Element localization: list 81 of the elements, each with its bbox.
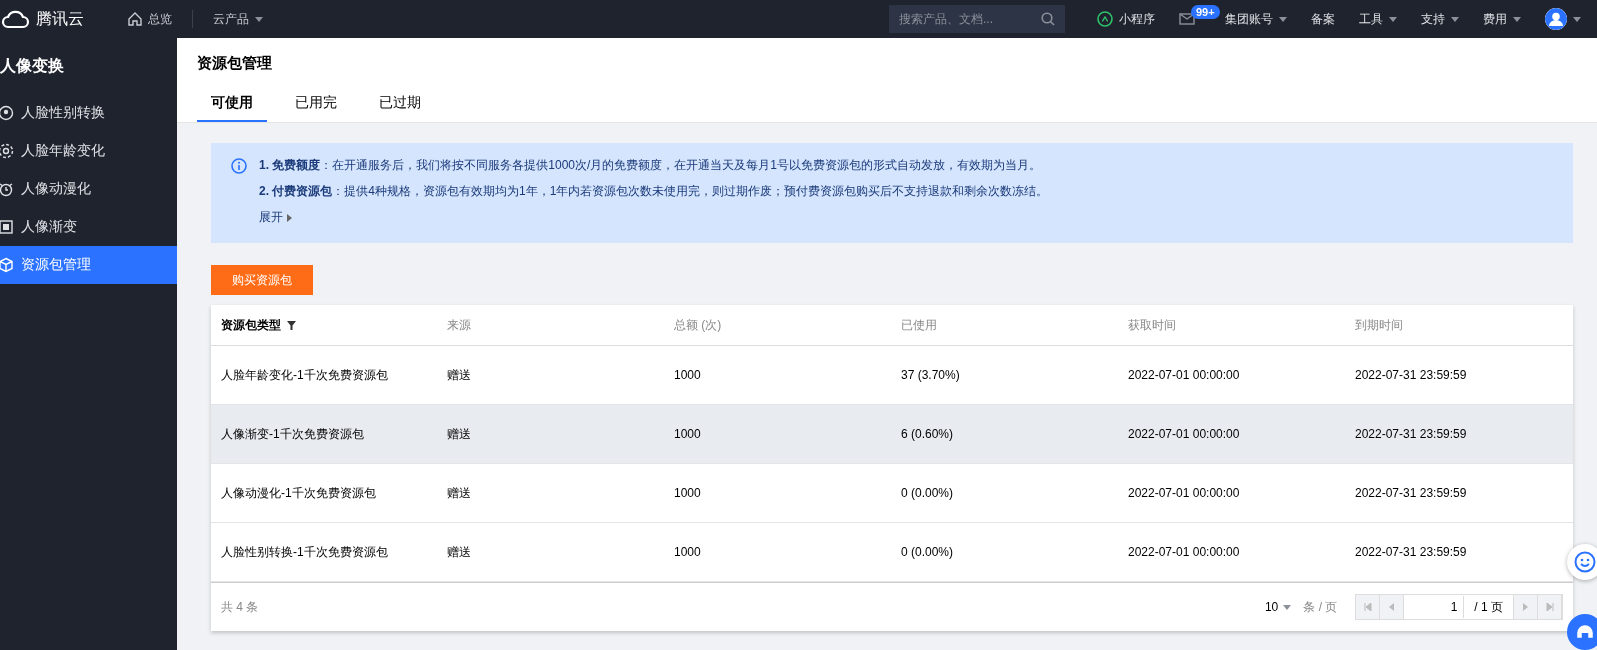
table-cell: 2022-07-01 00:00:00 bbox=[1128, 368, 1240, 382]
table-cell: 2022-07-01 00:00:00 bbox=[1128, 545, 1240, 559]
table-cell: 人像动漫化-1千次免费资源包 bbox=[221, 484, 376, 502]
page-size-select[interactable]: 10 bbox=[1258, 599, 1298, 615]
home-icon bbox=[128, 12, 142, 26]
table-cell: 1000 bbox=[674, 545, 701, 559]
cloud-logo-icon bbox=[0, 9, 30, 29]
caret-icon bbox=[1279, 16, 1287, 22]
sidebar-item[interactable]: 人像渐变 bbox=[0, 208, 177, 246]
table-cell: 赠送 bbox=[447, 366, 471, 384]
caret-icon bbox=[1389, 16, 1397, 22]
caret-icon bbox=[1573, 16, 1581, 22]
first-page-icon bbox=[1363, 603, 1372, 611]
table-cell: 人脸年龄变化-1千次免费资源包 bbox=[221, 366, 388, 384]
column-header: 已使用 bbox=[901, 316, 937, 334]
avatar-icon[interactable] bbox=[1545, 8, 1567, 30]
table-cell: 2022-07-01 00:00:00 bbox=[1128, 486, 1240, 500]
table-cell: 37 (3.70%) bbox=[901, 368, 960, 382]
sidebar-item[interactable]: 资源包管理 bbox=[0, 246, 177, 284]
caret-icon bbox=[1513, 16, 1521, 22]
message-count-badge: 99+ bbox=[1191, 5, 1220, 19]
top-menu[interactable]: 费用 bbox=[1483, 10, 1507, 28]
tab[interactable]: 已过期 bbox=[365, 88, 435, 122]
table-cell: 1000 bbox=[674, 368, 701, 382]
table-cell: 1000 bbox=[674, 427, 701, 441]
info-icon bbox=[231, 158, 247, 174]
sidebar-title: 人像变换 bbox=[0, 55, 65, 76]
table-cell: 赠送 bbox=[447, 484, 471, 502]
expand-link[interactable]: 展开 bbox=[259, 209, 1049, 226]
table-cell: 2022-07-31 23:59:59 bbox=[1355, 427, 1467, 441]
brand-name[interactable]: 腾讯云 bbox=[36, 8, 84, 30]
sidebar-item[interactable]: 人脸年龄变化 bbox=[0, 132, 177, 170]
column-header: 总额 (次) bbox=[674, 316, 722, 334]
tab[interactable]: 已用完 bbox=[281, 88, 351, 122]
support-button[interactable] bbox=[1567, 614, 1597, 650]
table-cell: 2022-07-31 23:59:59 bbox=[1355, 368, 1467, 382]
table-cell: 2022-07-31 23:59:59 bbox=[1355, 545, 1467, 559]
column-header: 来源 bbox=[447, 316, 471, 334]
table-cell: 人像渐变-1千次免费资源包 bbox=[221, 425, 364, 443]
total-count: 共 4 条 bbox=[221, 598, 259, 616]
sidebar-item[interactable]: 人像动漫化 bbox=[0, 170, 177, 208]
column-header: 获取时间 bbox=[1128, 316, 1176, 334]
caret-icon bbox=[1451, 16, 1459, 22]
table-cell: 赠送 bbox=[447, 543, 471, 561]
link-circle-icon bbox=[1097, 11, 1113, 27]
table-cell: 1000 bbox=[674, 486, 701, 500]
tab[interactable]: 可使用 bbox=[197, 88, 267, 122]
table-cell: 0 (0.00%) bbox=[901, 545, 954, 559]
page-size-unit: 条 / 页 bbox=[1303, 598, 1338, 616]
top-menu[interactable]: 集团账号 bbox=[1225, 10, 1273, 28]
column-header: 到期时间 bbox=[1355, 316, 1403, 334]
overview-link[interactable]: 总览 bbox=[148, 10, 172, 28]
last-page-icon bbox=[1545, 603, 1554, 611]
top-menu[interactable]: 支持 bbox=[1421, 10, 1445, 28]
caret-icon bbox=[287, 213, 292, 222]
table-cell: 6 (0.60%) bbox=[901, 427, 954, 441]
caret-icon bbox=[1283, 604, 1292, 610]
filter-icon[interactable] bbox=[287, 320, 296, 330]
sidebar-item[interactable]: 人脸性别转换 bbox=[0, 94, 177, 132]
miniprogram-link[interactable]: 小程序 bbox=[1119, 10, 1155, 28]
box-icon bbox=[0, 257, 14, 273]
search-icon[interactable] bbox=[1041, 12, 1055, 26]
top-menu[interactable]: 备案 bbox=[1311, 10, 1335, 28]
table-cell: 赠送 bbox=[447, 425, 471, 443]
notice-text: 2. 付费资源包：提供4种规格，资源包有效期均为1年，1年内若资源包次数未使用完，则过期作废；预付费资源包购买后不支持退款和剩余次数冻结。 bbox=[259, 183, 1049, 200]
table-cell: 0 (0.00%) bbox=[901, 486, 954, 500]
next-page-icon bbox=[1523, 603, 1528, 611]
smiley-icon bbox=[1574, 551, 1596, 573]
mail-icon[interactable] bbox=[1179, 13, 1195, 25]
table-cell: 人脸性别转换-1千次免费资源包 bbox=[221, 543, 388, 561]
feedback-button[interactable] bbox=[1567, 544, 1597, 580]
top-menu[interactable]: 工具 bbox=[1359, 10, 1383, 28]
products-menu[interactable]: 云产品 bbox=[213, 10, 249, 28]
search-field[interactable]: 搜索产品、文档... bbox=[889, 5, 1065, 33]
page-title: 资源包管理 bbox=[197, 52, 273, 73]
caret-icon bbox=[255, 16, 263, 22]
column-header: 资源包类型 bbox=[221, 316, 281, 334]
prev-page-icon bbox=[1389, 603, 1395, 611]
notice-text: 1. 免费额度：在开通服务后，我们将按不同服务各提供1000次/月的免费额度，在开通当天及每月1号以免费资源包的形式自动发放，有效期为当月。 bbox=[259, 157, 1043, 174]
table-cell: 2022-07-31 23:59:59 bbox=[1355, 486, 1467, 500]
table-cell: 2022-07-01 00:00:00 bbox=[1128, 427, 1240, 441]
